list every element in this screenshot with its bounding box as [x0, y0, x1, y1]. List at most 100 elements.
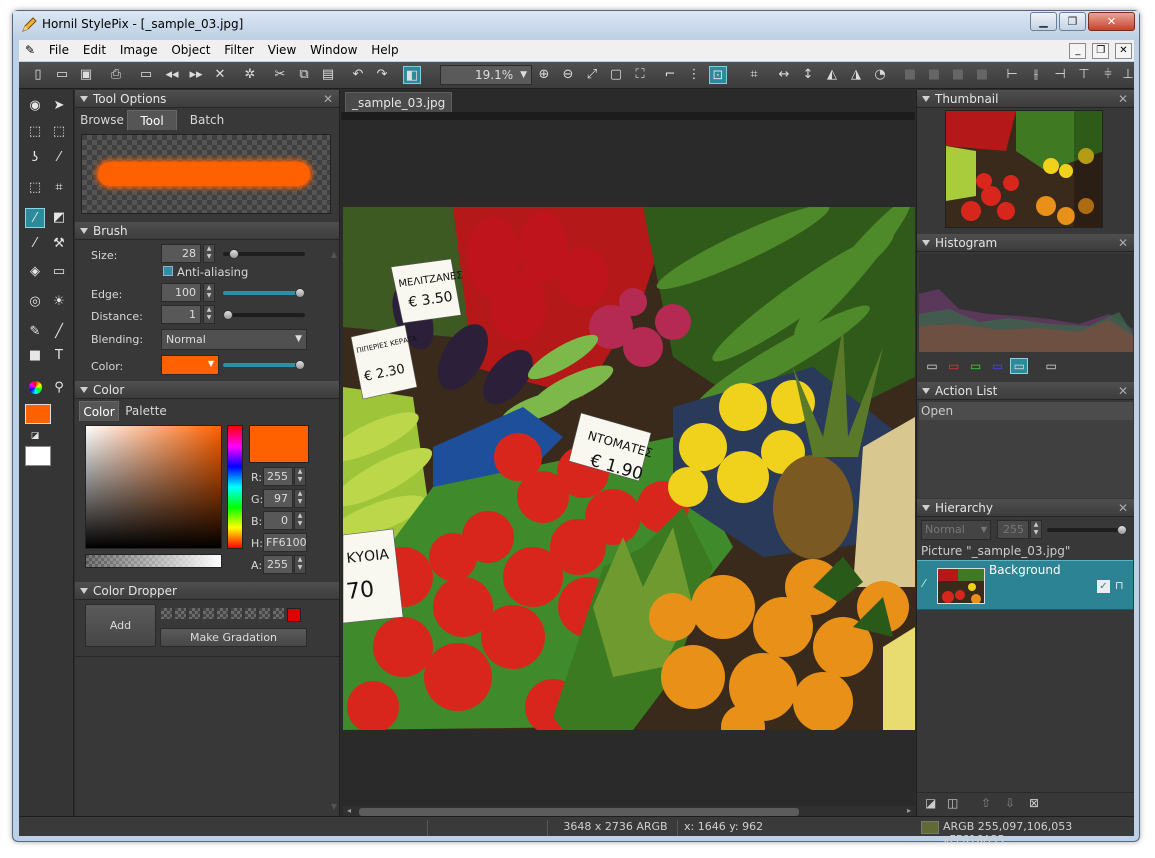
fullscreen-icon[interactable]: ⛶: [631, 66, 649, 84]
tool-options-header[interactable]: Tool Options ✕: [75, 90, 339, 108]
close-button[interactable]: ✕: [1088, 12, 1135, 31]
print-icon[interactable]: ⎙: [107, 66, 125, 84]
thumbnail-header[interactable]: Thumbnail ✕: [917, 90, 1134, 108]
edge-slider[interactable]: [223, 288, 305, 298]
dropper-swatch-red[interactable]: [287, 608, 301, 622]
layer-opacity-input[interactable]: 255: [997, 520, 1029, 539]
paste-icon[interactable]: ▤: [319, 66, 337, 84]
red-eye-icon[interactable]: ◎: [25, 292, 45, 312]
layer-blend-select[interactable]: Normal ▼: [921, 520, 991, 540]
layer-opacity-spinner[interactable]: ▲ ▼: [1030, 520, 1042, 539]
a-spinner[interactable]: ▲ ▼: [294, 555, 306, 574]
brush-icon[interactable]: ⁄: [25, 208, 45, 228]
color-dropper-header[interactable]: Color Dropper: [75, 582, 339, 600]
channel-monitor-icon[interactable]: ▭: [1042, 359, 1060, 373]
close-icon[interactable]: ✕: [1118, 90, 1128, 108]
guide-icon[interactable]: ⊡: [709, 66, 727, 84]
shape-icon[interactable]: ■: [25, 346, 45, 366]
object-backward-icon[interactable]: ■: [973, 66, 991, 84]
menu-object[interactable]: Object: [166, 40, 215, 57]
align-center-icon[interactable]: ⫲: [1027, 66, 1045, 84]
edge-slider-knob[interactable]: [295, 288, 305, 298]
fill-bucket-icon[interactable]: ◈: [25, 262, 45, 282]
make-gradation-button[interactable]: Make Gradation: [160, 628, 307, 647]
close-icon[interactable]: ✕: [323, 90, 333, 108]
pen-icon[interactable]: ✎: [25, 322, 45, 342]
open-folder-icon[interactable]: ▭: [53, 66, 71, 84]
g-spinner[interactable]: ▲ ▼: [294, 489, 306, 508]
object-back-icon[interactable]: ■: [925, 66, 943, 84]
hex-input[interactable]: FF6100: [263, 533, 307, 552]
swap-colors-icon[interactable]: ◪: [25, 426, 45, 446]
layer-opacity-knob[interactable]: [1117, 525, 1127, 535]
rotate-right-icon[interactable]: ◮: [847, 66, 865, 84]
flip-horizontal-icon[interactable]: ↔: [775, 66, 793, 84]
dropper-swatch[interactable]: [175, 608, 186, 619]
undo-icon[interactable]: ↶: [349, 66, 367, 84]
settings-gear-icon[interactable]: ✲: [241, 66, 259, 84]
eyedropper-icon[interactable]: ⁄: [49, 148, 69, 168]
rotate-arbitrary-icon[interactable]: ◔: [871, 66, 889, 84]
delete-layer-icon[interactable]: ⊠: [1029, 796, 1039, 810]
menu-view[interactable]: View: [263, 40, 301, 57]
r-spinner[interactable]: ▲ ▼: [294, 467, 306, 486]
color-wheel-icon[interactable]: [25, 378, 45, 398]
close-icon[interactable]: ✕: [1118, 499, 1128, 517]
layer-opacity-slider[interactable]: [1047, 525, 1127, 535]
dropper-swatch[interactable]: [245, 608, 256, 619]
distance-spinner[interactable]: ▲ ▼: [203, 305, 215, 324]
line-icon[interactable]: ╱: [49, 322, 69, 342]
scroll-down-icon[interactable]: ▼: [331, 802, 337, 811]
move-up-icon[interactable]: ⇧: [981, 796, 991, 810]
thumbnail-image[interactable]: [945, 110, 1103, 228]
hierarchy-header[interactable]: Hierarchy ✕: [917, 499, 1134, 517]
edge-spinner[interactable]: ▲ ▼: [203, 283, 215, 302]
close-doc-icon[interactable]: ✕: [211, 66, 229, 84]
close-icon[interactable]: ✕: [1118, 382, 1128, 400]
layer-lock-icon[interactable]: ⊓: [1115, 579, 1124, 592]
zoom-tool-icon[interactable]: ⚲: [49, 378, 69, 398]
crop-tool-icon[interactable]: ⌗: [49, 178, 69, 198]
mdi-restore-button[interactable]: ❐: [1092, 43, 1110, 59]
distance-input[interactable]: 1: [161, 305, 201, 324]
menu-file[interactable]: File: [44, 40, 74, 57]
actual-size-icon[interactable]: ▢: [607, 66, 625, 84]
lasso-icon[interactable]: ʖ: [25, 148, 45, 168]
rotate-left-icon[interactable]: ◭: [823, 66, 841, 84]
monitor-icon[interactable]: ▭: [137, 66, 155, 84]
channel-luminance-icon[interactable]: ▭: [1010, 358, 1029, 374]
pointer-icon[interactable]: ➤: [49, 96, 69, 116]
color-picker-field[interactable]: [85, 425, 222, 549]
move-down-icon[interactable]: ⇩: [1005, 796, 1015, 810]
histogram-header[interactable]: Histogram ✕: [917, 234, 1134, 252]
size-spinner[interactable]: ▲ ▼: [203, 244, 215, 263]
image-canvas[interactable]: ΜΕΛΙΤΖΑΝΕΣ € 3.50 ΠΙΠΕΡΙΕΣ ΚΕΡΑΤΑ € 2.30…: [343, 207, 915, 730]
distance-slider[interactable]: [223, 310, 305, 320]
rect-select-icon[interactable]: ⬚: [49, 122, 69, 142]
size-slider[interactable]: [223, 249, 305, 259]
zoom-in-icon[interactable]: ⊕: [535, 66, 553, 84]
channel-red-icon[interactable]: ▭: [945, 359, 963, 373]
fit-window-icon[interactable]: ⤢: [583, 66, 601, 84]
alpha-slider[interactable]: [85, 554, 222, 568]
tab-palette[interactable]: Palette: [123, 401, 169, 421]
brush-color-slider[interactable]: [223, 360, 305, 370]
layer-row-background[interactable]: ⁄ Background ✓ ⊓: [917, 560, 1133, 610]
document-tab[interactable]: _sample_03.jpg: [345, 92, 453, 112]
ruler-icon[interactable]: ⌐: [661, 66, 679, 84]
b-spinner[interactable]: ▲ ▼: [294, 511, 306, 530]
eraser-icon[interactable]: ◩: [49, 208, 69, 228]
dropper-swatch[interactable]: [273, 608, 284, 619]
cut-icon[interactable]: ✂: [271, 66, 289, 84]
distance-slider-knob[interactable]: [223, 310, 233, 320]
dropper-swatch[interactable]: [161, 608, 172, 619]
brightness-icon[interactable]: ☀: [49, 292, 69, 312]
flip-vertical-icon[interactable]: ↕: [799, 66, 817, 84]
view-eye-icon[interactable]: ◉: [25, 96, 45, 116]
object-forward-icon[interactable]: ■: [949, 66, 967, 84]
channel-all-icon[interactable]: ▭: [923, 359, 941, 373]
size-slider-knob[interactable]: [229, 249, 239, 259]
scroll-left-icon[interactable]: ◂: [347, 806, 351, 815]
g-input[interactable]: 97: [263, 489, 293, 508]
brush-header[interactable]: Brush: [75, 222, 339, 240]
